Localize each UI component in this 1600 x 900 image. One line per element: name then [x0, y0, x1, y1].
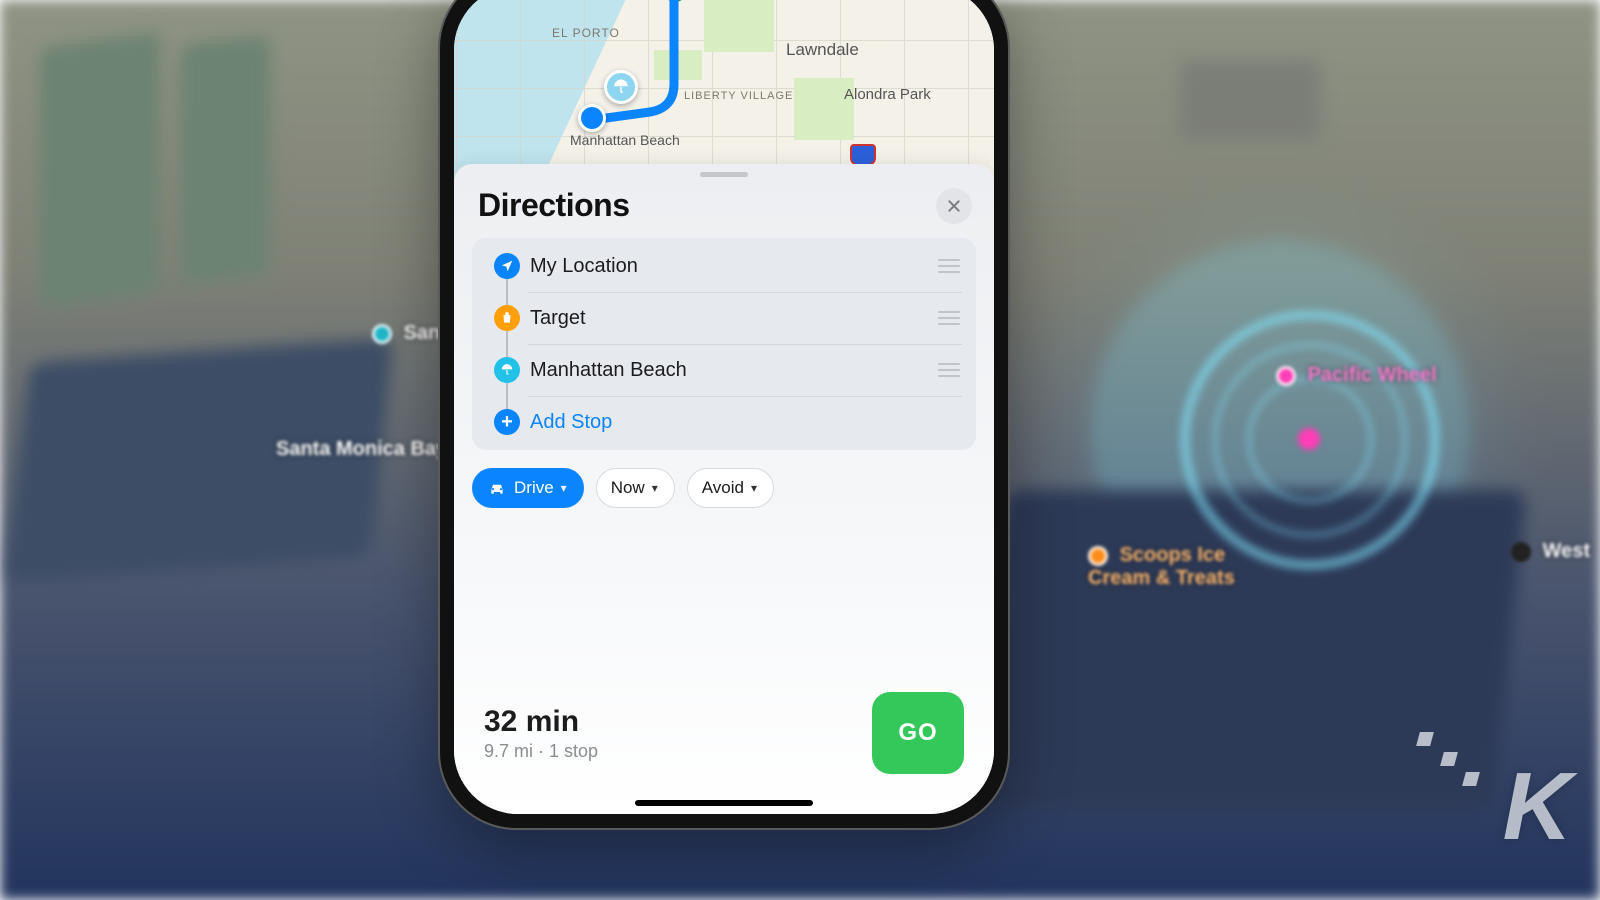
chevron-down-icon: ▾ [561, 481, 567, 495]
home-indicator[interactable] [635, 800, 813, 806]
map-label-del-aire: Del Aire [774, 0, 827, 1]
reorder-handle[interactable] [936, 259, 962, 273]
close-button[interactable] [936, 188, 972, 224]
bg-building-right [1180, 60, 1320, 140]
go-button[interactable]: GO [872, 692, 964, 774]
map-park-2 [704, 0, 774, 52]
card-header: Directions [454, 181, 994, 238]
pill-label: Now [611, 478, 645, 498]
close-icon [946, 198, 962, 214]
phone-frame: EL PORTO Manhattan Beach Lawndale LIBERT… [438, 0, 1010, 830]
card-title: Directions [478, 187, 629, 224]
bg-palm-1 [40, 32, 160, 309]
pill-label: Avoid [702, 478, 744, 498]
interstate-shield-icon [850, 144, 876, 166]
map-pin-manhattan-beach[interactable] [604, 70, 638, 104]
transport-mode-drive[interactable]: Drive ▾ [472, 468, 584, 508]
bg-building-left [7, 338, 394, 583]
chevron-down-icon: ▾ [751, 481, 757, 495]
stop-label: Target [528, 307, 936, 330]
car-icon [487, 480, 507, 496]
stop-row-manhattan-beach[interactable]: Manhattan Beach [472, 344, 976, 396]
route-stops-list: My Location Target [472, 238, 976, 450]
plus-icon: + [494, 409, 520, 435]
bg-palm-2 [180, 35, 270, 284]
eta-duration: 32 min [484, 705, 598, 739]
reorder-handle[interactable] [936, 363, 962, 377]
map-label-alondra-park: Alondra Park [844, 86, 931, 103]
departure-time-button[interactable]: Now ▾ [596, 468, 675, 508]
phone-screen: EL PORTO Manhattan Beach Lawndale LIBERT… [454, 0, 994, 814]
eta-text: 32 min 9.7 mi · 1 stop [484, 705, 598, 762]
pill-label: Drive [514, 478, 554, 498]
directions-card: Directions My Location [454, 164, 994, 814]
map-pin-destination[interactable] [578, 104, 606, 132]
card-grabber[interactable] [700, 172, 748, 177]
ferris-wheel-hub [1298, 428, 1320, 450]
map-label-lawndale: Lawndale [786, 40, 859, 60]
add-stop-row[interactable]: + Add Stop [472, 396, 976, 448]
map-view[interactable]: EL PORTO Manhattan Beach Lawndale LIBERT… [454, 0, 994, 191]
stop-label: My Location [528, 255, 936, 278]
umbrella-icon [494, 357, 520, 383]
stop-label: Manhattan Beach [528, 359, 936, 382]
reorder-handle[interactable] [936, 311, 962, 325]
stop-row-target[interactable]: Target [472, 292, 976, 344]
stop-row-my-location[interactable]: My Location [472, 240, 976, 292]
bag-icon [494, 305, 520, 331]
eta-subtext: 9.7 mi · 1 stop [484, 741, 598, 762]
avoid-options-button[interactable]: Avoid ▾ [687, 468, 774, 508]
route-options-row: Drive ▾ Now ▾ Avoid ▾ [454, 450, 994, 508]
chevron-down-icon: ▾ [652, 481, 658, 495]
location-arrow-icon [494, 253, 520, 279]
add-stop-label: Add Stop [528, 411, 962, 434]
eta-row: 32 min 9.7 mi · 1 stop GO [454, 692, 994, 774]
umbrella-icon [612, 78, 630, 96]
